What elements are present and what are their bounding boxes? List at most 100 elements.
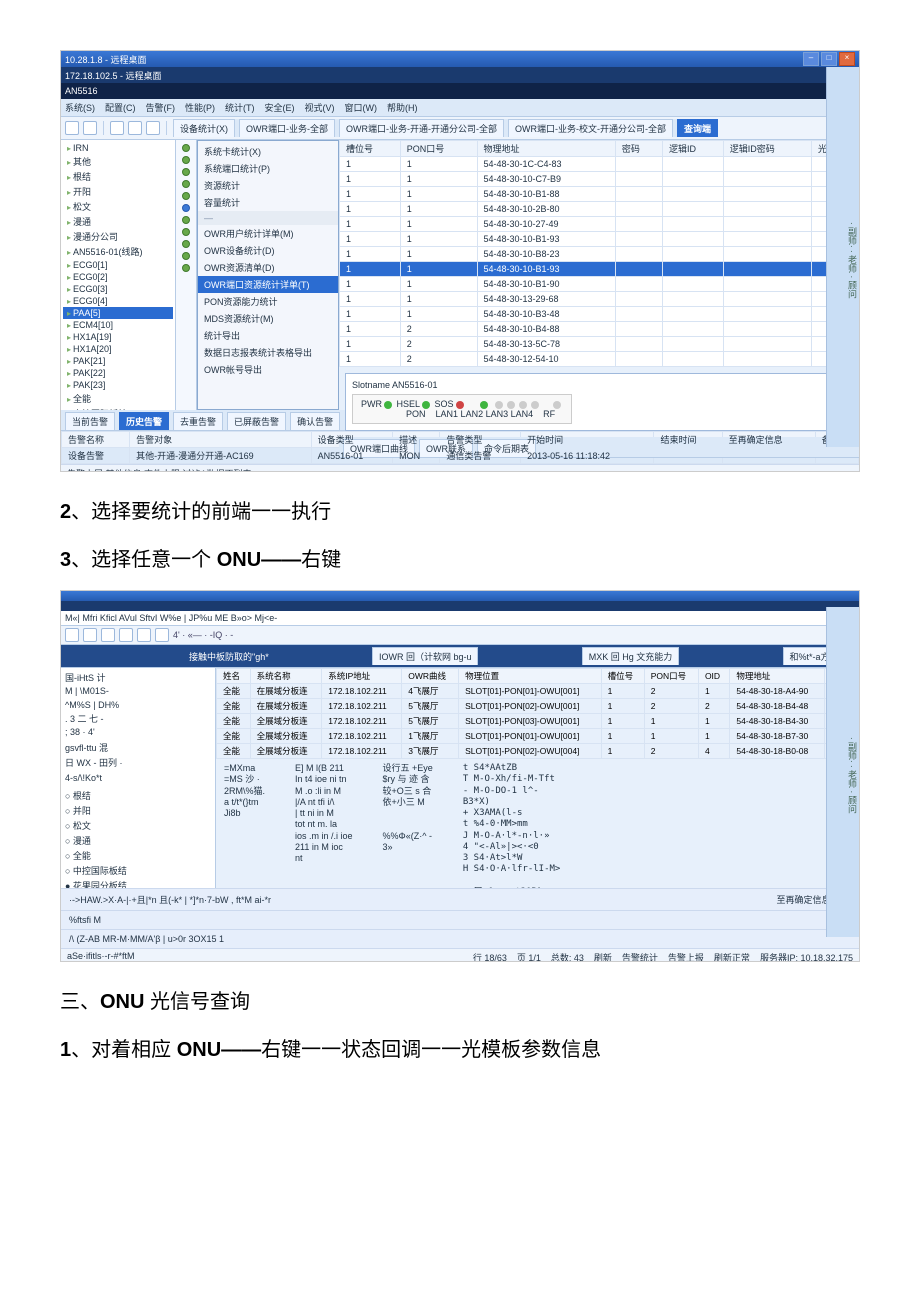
context-menu-item[interactable]: PON资源能力统计 [198, 293, 338, 310]
tab[interactable]: MXK 回 Hg 文充能力 [582, 647, 680, 665]
tb-icon[interactable] [119, 628, 133, 642]
left-list-item[interactable]: ○ 并阳 [63, 803, 213, 818]
grid-cell[interactable]: 54-48-30-18-B4-30 [730, 714, 825, 729]
grid-cell[interactable]: 全能 [217, 714, 251, 729]
tree-node[interactable]: 开阳 [63, 184, 173, 199]
refresh-btn[interactable]: 刷新 [594, 951, 612, 962]
grid-cell[interactable]: 1 [340, 322, 401, 337]
grid-cell[interactable]: 在展域分板连 [250, 684, 322, 699]
grid-cell[interactable] [662, 262, 723, 277]
context-menu-item[interactable]: OWR资源清单(D) [198, 259, 338, 276]
close-button[interactable]: × [839, 52, 855, 66]
header-tab[interactable]: OWR端口-业务-校文-开通分公司-全部 [508, 119, 673, 137]
left-list-item[interactable]: 日 WX - 田列 · [63, 755, 213, 770]
left-list-item[interactable]: 国-iHtS 计 [63, 670, 213, 685]
grid-cell[interactable] [662, 307, 723, 322]
alarm-col-header[interactable]: 告警对象 [130, 432, 312, 448]
grid-cell[interactable] [615, 337, 662, 352]
grid-cell[interactable] [723, 337, 811, 352]
tree-node[interactable]: 漫通分公司 [63, 229, 173, 244]
tree-node[interactable]: 中控国际板结 [63, 406, 173, 410]
grid-cell[interactable] [662, 337, 723, 352]
left-list-2[interactable]: 国-iHtS 计M | \M01S-^M%S | DH%. 3 二 七 -; 3… [61, 668, 216, 888]
grid-cell[interactable] [615, 157, 662, 172]
context-menu-item[interactable]: OWR端口资源统计详单(T) [198, 276, 338, 293]
grid-cell[interactable]: 172.18.102.211 [322, 729, 402, 744]
grid-cell[interactable] [723, 307, 811, 322]
grid-cell[interactable] [615, 307, 662, 322]
grid-cell[interactable]: 54-48-30-18-B0-08 [730, 744, 825, 759]
grid-cell[interactable] [615, 322, 662, 337]
grid-cell[interactable]: 54-48-30-18-A4-90 [730, 684, 825, 699]
tb-icon[interactable] [155, 628, 169, 642]
alarm-tab[interactable]: 历史告警 [119, 412, 169, 430]
grid-cell[interactable]: 1 [340, 262, 401, 277]
grid-cell[interactable]: 54-48-30-10-2B-80 [477, 202, 615, 217]
grid-cell[interactable] [723, 262, 811, 277]
grid-cell[interactable]: 172.18.102.211 [322, 699, 402, 714]
grid-cell[interactable]: 1 [644, 729, 698, 744]
grid-cell[interactable]: 54-48-30-10-B1-93 [477, 262, 615, 277]
tree-node[interactable]: ECG0[2] [63, 271, 173, 283]
act-btn[interactable]: 刷新正常 [714, 951, 750, 962]
toolbar-icon[interactable] [65, 121, 79, 135]
grid-cell[interactable] [662, 172, 723, 187]
grid-cell[interactable]: 54-48-30-10-B1-93 [477, 232, 615, 247]
tb-icon[interactable] [137, 628, 151, 642]
grid-cell[interactable]: 54-48-30-10-B8-23 [477, 247, 615, 262]
grid-cell[interactable]: 1 [340, 247, 401, 262]
grid-cell[interactable]: 2 [400, 352, 477, 367]
tree-node[interactable]: PAK[23] [63, 379, 173, 391]
grid-col-header[interactable]: PON口号 [400, 141, 477, 157]
tree-node[interactable]: IRN [63, 142, 173, 154]
grid-cell[interactable]: 54-48-30-10-B3-48 [477, 307, 615, 322]
grid-cell[interactable]: 54-48-30-1C-C4-83 [477, 157, 615, 172]
header-tab[interactable]: OWR端口-业务-全部 [239, 119, 335, 137]
context-menu-item[interactable]: 数据日志报表统计表格导出 [198, 344, 338, 361]
grid-cell[interactable]: 1 [400, 202, 477, 217]
alarm-col-header[interactable]: 告警名称 [62, 432, 130, 448]
grid-cell[interactable]: 1飞展厅 [402, 729, 459, 744]
grid-col-header[interactable]: 系统名称 [250, 669, 322, 684]
grid-cell[interactable]: 1 [698, 684, 729, 699]
tree-node[interactable]: PAA[5] [63, 307, 173, 319]
grid-cell[interactable]: 1 [340, 292, 401, 307]
device-tree[interactable]: IRN其他根结开阳松文漫通漫通分公司AN5516-01(线路)ECG0[1]EC… [61, 140, 176, 410]
grid-cell[interactable] [723, 172, 811, 187]
grid-cell[interactable]: 2 [400, 337, 477, 352]
left-list-item[interactable]: 4-s/\!Ko*t [63, 772, 213, 784]
grid-cell[interactable] [662, 352, 723, 367]
toolbar-icon[interactable] [146, 121, 160, 135]
alarm-tab[interactable]: 去重告警 [173, 412, 223, 430]
context-menu-item[interactable]: OWR用户统计详单(M) [198, 225, 338, 242]
grid-cell[interactable]: 1 [400, 232, 477, 247]
onu-grid[interactable]: 槽位号PON口号物理地址密码逻辑ID逻辑ID密码光分1154-48-30-1C-… [339, 140, 859, 367]
left-list-item[interactable]: ^M%S | DH% [63, 699, 213, 711]
tree-node[interactable]: ECG0[4] [63, 295, 173, 307]
grid-cell[interactable] [615, 247, 662, 262]
grid-cell[interactable]: 1 [698, 729, 729, 744]
grid-cell[interactable]: 2 [644, 684, 698, 699]
grid-cell[interactable] [662, 217, 723, 232]
left-list-item[interactable]: ○ 松文 [63, 818, 213, 833]
grid-cell[interactable]: 5飞展厅 [402, 699, 459, 714]
grid-cell[interactable]: 1 [340, 172, 401, 187]
grid-cell[interactable]: 54-48-30-18-B7-30 [730, 729, 825, 744]
grid-cell[interactable]: 3飞展厅 [402, 744, 459, 759]
tree-node[interactable]: ECM4[10] [63, 319, 173, 331]
grid-cell[interactable]: 1 [400, 187, 477, 202]
grid-cell[interactable] [723, 292, 811, 307]
context-menu-item[interactable]: 系统卡统计(X) [198, 143, 338, 160]
tree-node[interactable]: AN5516-01(线路) [63, 244, 173, 259]
grid-cell[interactable] [723, 352, 811, 367]
left-list-item[interactable]: ○ 根结 [63, 788, 213, 803]
grid-cell[interactable]: 1 [340, 187, 401, 202]
grid-cell[interactable] [662, 232, 723, 247]
grid-col-header[interactable]: 系统IP地址 [322, 669, 402, 684]
toolbar-icon[interactable] [110, 121, 124, 135]
menu-item[interactable]: 系统(S) [65, 101, 95, 114]
grid-cell[interactable]: 全展域分板连 [250, 714, 322, 729]
grid-cell[interactable] [723, 277, 811, 292]
menu-item[interactable]: 告警(F) [146, 101, 176, 114]
grid-cell[interactable]: 1 [400, 292, 477, 307]
